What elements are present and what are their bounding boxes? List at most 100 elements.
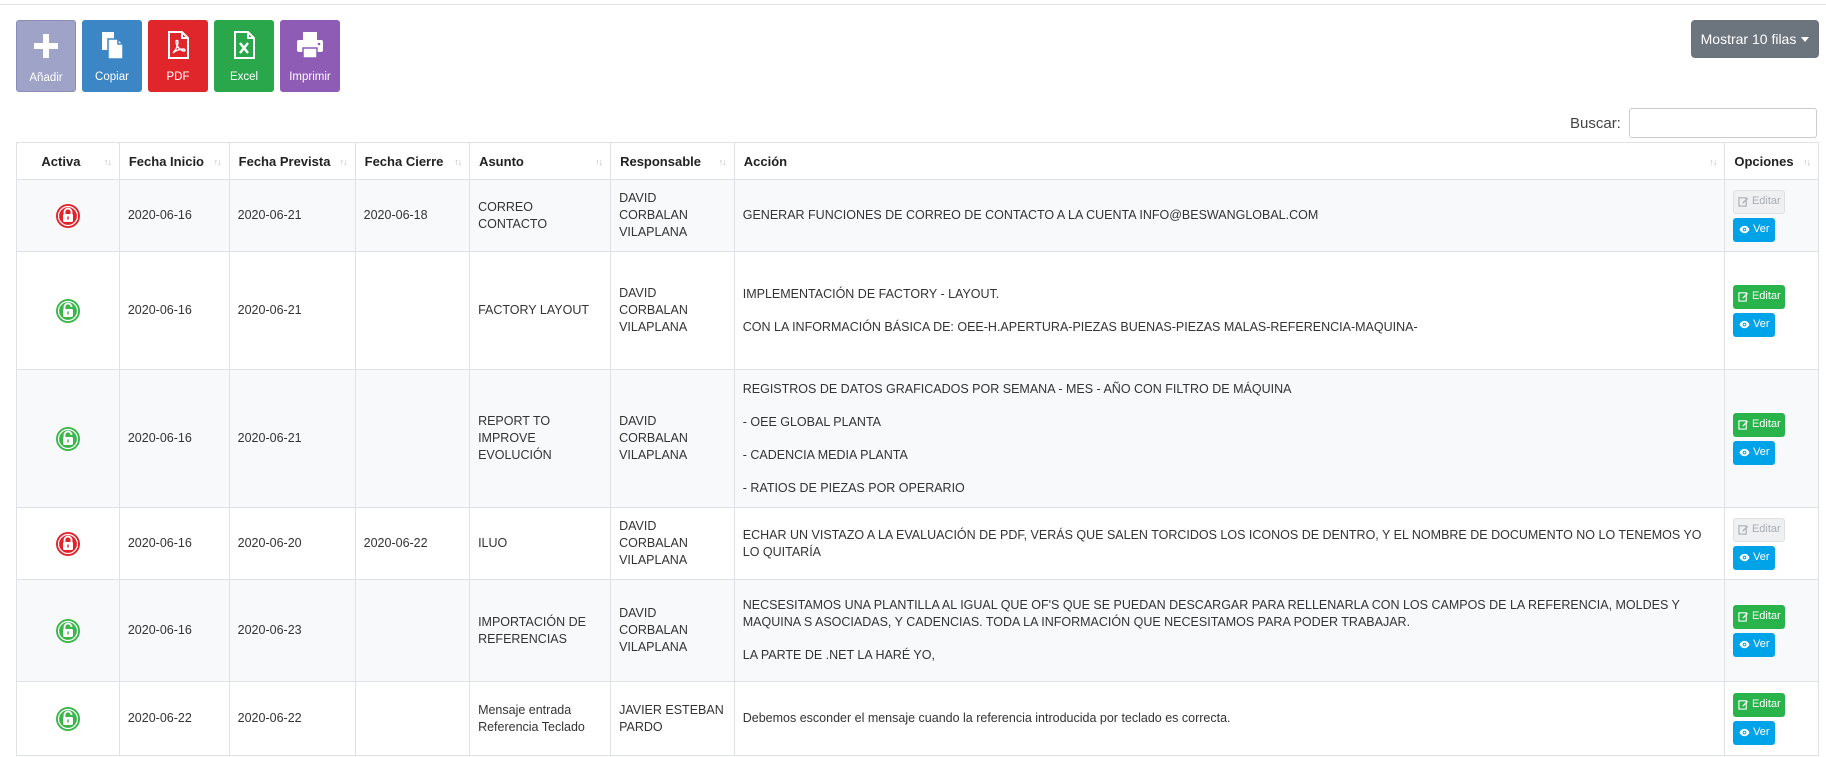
active-status-cell xyxy=(16,251,120,370)
table-row: 2020-06-16 2020-06-21 REPORT TO IMPROVE EV… xyxy=(16,369,1819,508)
fecha-prevista-cell: 2020-06-21 xyxy=(228,251,356,370)
add-button-label: Añadir xyxy=(29,72,63,84)
asunto-cell: REPORT TO IMPROVE EVOLUCIÓN xyxy=(469,369,612,508)
search-label: Buscar: xyxy=(1570,114,1621,132)
sort-icon: ↑↓ xyxy=(595,157,603,167)
view-button-label: Ver xyxy=(1753,446,1770,458)
view-button-label: Ver xyxy=(1753,551,1770,563)
rows-per-page-dropdown[interactable]: Mostrar 10 filas xyxy=(1691,20,1819,58)
printer-icon xyxy=(297,32,323,59)
view-button[interactable]: Ver xyxy=(1733,632,1776,657)
view-button-label: Ver xyxy=(1753,726,1770,738)
copy-icon xyxy=(102,32,124,60)
edit-button-label: Editar xyxy=(1751,523,1781,535)
pdf-button-label: PDF xyxy=(166,71,190,83)
options-cell: Editar Ver xyxy=(1724,579,1819,682)
active-status-cell xyxy=(16,507,120,580)
copy-button-label: Copiar xyxy=(95,71,129,83)
column-header-asunto[interactable]: Asunto ↑↓ xyxy=(469,142,612,180)
print-button[interactable]: Imprimir xyxy=(280,20,340,92)
eye-icon xyxy=(1739,225,1750,234)
edit-icon xyxy=(1738,525,1749,535)
view-button[interactable]: Ver xyxy=(1733,312,1776,337)
top-divider xyxy=(0,0,1826,5)
edit-icon xyxy=(1738,700,1749,710)
column-header-accion[interactable]: Acción ↑↓ xyxy=(733,142,1726,180)
active-status-cell xyxy=(16,681,120,756)
view-button[interactable]: Ver xyxy=(1733,440,1776,465)
fecha-inicio-cell: 2020-06-16 xyxy=(118,251,230,370)
asunto-cell: FACTORY LAYOUT xyxy=(469,251,612,370)
responsable-cell: DAVID CORBALAN VILAPLANA xyxy=(610,179,735,252)
edit-button[interactable]: Editar xyxy=(1733,284,1786,309)
column-header-opciones[interactable]: Opciones ↑↓ xyxy=(1724,142,1819,180)
eye-icon xyxy=(1739,728,1750,737)
fecha-cierre-cell xyxy=(354,369,471,508)
active-status-cell xyxy=(16,369,120,508)
column-header-responsable[interactable]: Responsable ↑↓ xyxy=(610,142,735,180)
edit-button[interactable]: Editar xyxy=(1733,692,1786,717)
edit-button[interactable]: Editar xyxy=(1733,604,1786,629)
fecha-prevista-cell: 2020-06-21 xyxy=(228,369,356,508)
table-row: 2020-06-22 2020-06-22 Mensaje entrada Refe… xyxy=(16,681,1819,756)
options-cell: Editar Ver xyxy=(1724,507,1819,580)
view-button[interactable]: Ver xyxy=(1733,217,1776,242)
fecha-prevista-cell: 2020-06-20 xyxy=(228,507,356,580)
fecha-prevista-cell: 2020-06-22 xyxy=(228,681,356,756)
responsable-cell: DAVID CORBALAN VILAPLANA xyxy=(610,579,735,682)
fecha-inicio-cell: 2020-06-16 xyxy=(118,579,230,682)
active-status-cell xyxy=(16,179,120,252)
edit-button-label: Editar xyxy=(1751,418,1781,430)
accion-cell: GENERAR FUNCIONES DE CORREO DE CONTACTO … xyxy=(733,179,1726,252)
view-button[interactable]: Ver xyxy=(1733,720,1776,745)
plus-icon xyxy=(34,34,58,58)
copy-button[interactable]: Copiar xyxy=(82,20,142,92)
edit-button[interactable]: Editar xyxy=(1733,517,1786,542)
column-header-activa[interactable]: Activa ↑↓ xyxy=(16,142,120,180)
accion-line: ECHAR UN VISTAZO A LA EVALUACIÓN DE PDF,… xyxy=(742,527,1702,559)
sort-icon: ↑↓ xyxy=(454,157,462,167)
options-cell: Editar Ver xyxy=(1724,681,1819,756)
edit-button-label: Editar xyxy=(1751,290,1781,302)
pdf-button[interactable]: PDF xyxy=(148,20,208,92)
edit-button[interactable]: Editar xyxy=(1733,412,1786,437)
unlocked-icon xyxy=(55,618,80,643)
accion-cell: REGISTROS DE DATOS GRAFICADOS POR SEMANA… xyxy=(733,369,1726,508)
table-row: 2020-06-16 2020-06-21 2020-06-18 CORREO CON… xyxy=(16,179,1819,252)
edit-button-label: Editar xyxy=(1751,195,1781,207)
asunto-cell: CORREO CONTACTO xyxy=(469,179,612,252)
accion-line: LA PARTE DE .NET LA HARÉ YO, xyxy=(742,648,935,662)
sort-icon: ↑↓ xyxy=(1803,157,1811,167)
fecha-cierre-cell: 2020-06-18 xyxy=(354,179,471,252)
table-row: 2020-06-16 2020-06-21 FACTORY LAYOUT DAVID … xyxy=(16,251,1819,370)
accion-line: NECSESITAMOS UNA PLANTILLA AL IGUAL QUE … xyxy=(742,598,1680,629)
locked-icon xyxy=(55,203,80,228)
accion-cell: Debemos esconder el mensaje cuando la re… xyxy=(733,681,1726,756)
column-header-fecha-inicio[interactable]: Fecha Inicio ↑↓ xyxy=(118,142,230,180)
view-button[interactable]: Ver xyxy=(1733,545,1776,570)
responsable-cell: DAVID CORBALAN VILAPLANA xyxy=(610,369,735,508)
responsable-cell: JAVIER ESTEBAN PARDO xyxy=(610,681,735,756)
file-excel-icon xyxy=(234,31,255,59)
locked-icon xyxy=(55,531,80,556)
search-input[interactable] xyxy=(1628,108,1817,138)
column-header-fecha-prevista[interactable]: Fecha Prevista ↑↓ xyxy=(228,142,356,180)
fecha-prevista-cell: 2020-06-21 xyxy=(228,179,356,252)
sort-icon: ↑↓ xyxy=(718,157,727,167)
edit-icon xyxy=(1738,197,1749,207)
fecha-cierre-cell: 2020-06-22 xyxy=(354,507,471,580)
column-header-fecha-cierre[interactable]: Fecha Cierre ↑↓ xyxy=(354,142,471,180)
edit-button-label: Editar xyxy=(1751,698,1781,710)
fecha-cierre-cell xyxy=(354,251,471,370)
accion-cell: NECSESITAMOS UNA PLANTILLA AL IGUAL QUE … xyxy=(733,579,1726,682)
unlocked-icon xyxy=(55,298,80,323)
view-button-label: Ver xyxy=(1753,318,1770,330)
responsable-cell: DAVID CORBALAN VILAPLANA xyxy=(610,251,735,370)
options-cell: Editar Ver xyxy=(1724,369,1819,508)
fecha-inicio-cell: 2020-06-22 xyxy=(118,681,230,756)
add-button[interactable]: Añadir xyxy=(16,20,76,92)
excel-button[interactable]: Excel xyxy=(214,20,274,92)
caret-down-icon xyxy=(1801,36,1810,42)
edit-button[interactable]: Editar xyxy=(1733,189,1786,214)
asunto-cell: Mensaje entrada Referencia Teclado xyxy=(469,681,612,756)
